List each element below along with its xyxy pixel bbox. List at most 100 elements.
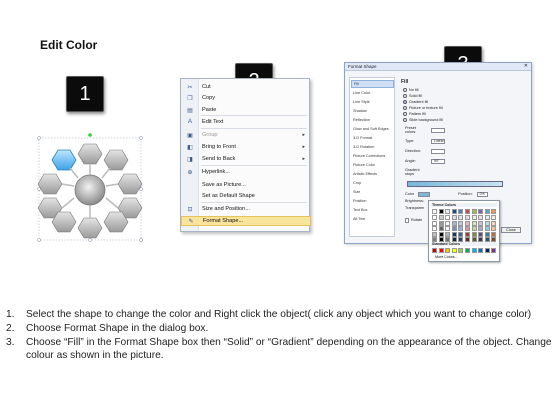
menu-item-send-to-back[interactable]: ◨ Send to Back ▸ — [181, 154, 311, 164]
standard-color-swatch[interactable] — [465, 248, 470, 253]
theme-color-swatch[interactable] — [484, 215, 490, 221]
theme-color-swatch[interactable] — [458, 231, 464, 237]
theme-color-swatch[interactable] — [478, 237, 484, 242]
nav-item-crop[interactable]: Crop — [351, 179, 394, 187]
gradient-stops-bar[interactable] — [407, 181, 503, 187]
theme-color-swatch[interactable] — [491, 226, 497, 232]
menu-item-copy[interactable]: ❐ Copy — [181, 93, 311, 103]
nav-item-position[interactable]: Position — [351, 197, 394, 205]
theme-color-swatch[interactable] — [478, 215, 484, 221]
theme-color-swatch[interactable] — [438, 220, 444, 226]
theme-color-swatch[interactable] — [432, 215, 437, 221]
theme-color-swatch[interactable] — [471, 220, 477, 226]
theme-color-swatch[interactable] — [458, 226, 464, 232]
theme-color-swatch[interactable] — [458, 209, 464, 214]
nav-item-3-d-rotation[interactable]: 3-D Rotation — [351, 143, 394, 151]
theme-color-swatch[interactable] — [438, 215, 444, 221]
theme-color-swatch[interactable] — [432, 231, 437, 237]
theme-color-swatch[interactable] — [465, 209, 470, 214]
standard-color-swatch[interactable] — [471, 248, 477, 253]
theme-color-swatch[interactable] — [478, 209, 484, 214]
theme-color-swatch[interactable] — [432, 220, 437, 226]
menu-item-hyperlink[interactable]: ⊕ Hyperlink... — [181, 167, 311, 177]
theme-color-swatch[interactable] — [491, 215, 497, 221]
standard-color-swatch[interactable] — [432, 248, 437, 253]
standard-color-swatch[interactable] — [445, 248, 451, 253]
nav-item-alt-text[interactable]: Alt Text — [351, 215, 394, 223]
theme-color-swatch[interactable] — [445, 226, 451, 232]
theme-color-swatch[interactable] — [491, 237, 497, 242]
resize-handle[interactable] — [139, 136, 143, 140]
theme-color-swatch[interactable] — [478, 226, 484, 232]
menu-item-edit-text[interactable]: A Edit Text — [181, 117, 311, 127]
menu-item-cut[interactable]: ✂ Cut — [181, 82, 311, 92]
nav-item-fill[interactable]: Fill — [351, 80, 394, 88]
position-field[interactable]: 0% — [476, 191, 488, 197]
theme-color-swatch[interactable] — [445, 220, 451, 226]
theme-color-swatch[interactable] — [451, 231, 457, 237]
rotate-handle[interactable] — [88, 133, 92, 137]
resize-handle[interactable] — [37, 136, 41, 140]
fill-option-radio[interactable]: Slide background fill — [403, 117, 443, 123]
theme-color-swatch[interactable] — [438, 237, 444, 242]
theme-color-swatch[interactable] — [445, 237, 451, 242]
theme-color-swatch[interactable] — [478, 231, 484, 237]
menu-item-save-as-picture[interactable]: Save as Picture... — [181, 180, 311, 190]
field-control[interactable] — [431, 148, 445, 154]
radio-dot[interactable] — [403, 118, 407, 122]
theme-color-swatch[interactable] — [484, 226, 490, 232]
theme-color-swatch[interactable] — [432, 226, 437, 232]
close-button[interactable]: Close — [501, 227, 521, 233]
theme-color-swatch[interactable] — [484, 209, 490, 214]
theme-color-swatch[interactable] — [484, 231, 490, 237]
nav-item-3-d-format[interactable]: 3-D Format — [351, 134, 394, 142]
nav-item-size[interactable]: Size — [351, 188, 394, 196]
hexagon[interactable] — [77, 217, 103, 239]
theme-color-swatch[interactable] — [491, 220, 497, 226]
radio-dot[interactable] — [403, 106, 407, 110]
nav-item-reflection[interactable]: Reflection — [351, 116, 394, 124]
theme-color-swatch[interactable] — [458, 237, 464, 242]
color-dropdown[interactable] — [418, 191, 431, 197]
field-control[interactable]: 90° — [431, 158, 445, 164]
theme-color-swatch[interactable] — [491, 209, 497, 214]
theme-color-swatch[interactable] — [471, 237, 477, 242]
theme-color-swatch[interactable] — [471, 209, 477, 214]
menu-item-format-shape[interactable]: ✎ Format Shape... — [181, 216, 311, 226]
nav-item-glow-and-soft-edges[interactable]: Glow and Soft Edges — [351, 125, 394, 133]
standard-color-swatch[interactable] — [491, 248, 497, 253]
theme-color-swatch[interactable] — [471, 226, 477, 232]
theme-color-swatch[interactable] — [458, 215, 464, 221]
radio-dot[interactable] — [403, 100, 407, 104]
nav-item-picture-corrections[interactable]: Picture Corrections — [351, 152, 394, 160]
rotate-row[interactable]: Rotate — [405, 217, 422, 223]
theme-color-swatch[interactable] — [471, 231, 477, 237]
menu-item-set-as-default-shape[interactable]: Set as Default Shape — [181, 191, 311, 201]
theme-color-swatch[interactable] — [465, 215, 470, 221]
hexagon[interactable] — [37, 173, 63, 195]
theme-color-swatch[interactable] — [451, 215, 457, 221]
theme-color-swatch[interactable] — [451, 237, 457, 242]
theme-color-swatch[interactable] — [484, 237, 490, 242]
menu-item-bring-to-front[interactable]: ◧ Bring to Front ▸ — [181, 142, 311, 152]
nav-item-artistic-effects[interactable]: Artistic Effects — [351, 170, 394, 178]
standard-color-swatch[interactable] — [484, 248, 490, 253]
hexagon[interactable] — [117, 173, 143, 195]
theme-color-swatch[interactable] — [451, 220, 457, 226]
hexagon-selected[interactable] — [51, 149, 77, 171]
theme-color-swatch[interactable] — [445, 231, 451, 237]
standard-color-swatch[interactable] — [438, 248, 444, 253]
center-circle[interactable] — [74, 174, 106, 206]
radio-dot[interactable] — [403, 88, 407, 92]
standard-color-swatch[interactable] — [458, 248, 464, 253]
theme-color-swatch[interactable] — [445, 215, 451, 221]
hexagon[interactable] — [103, 149, 129, 171]
resize-handle[interactable] — [139, 238, 143, 242]
theme-color-swatch[interactable] — [451, 226, 457, 232]
theme-color-swatch[interactable] — [465, 220, 470, 226]
menu-item-size-and-position[interactable]: ⊡ Size and Position... — [181, 204, 311, 214]
nav-item-picture-color[interactable]: Picture Color — [351, 161, 394, 169]
theme-color-swatch[interactable] — [438, 231, 444, 237]
field-control[interactable] — [431, 127, 445, 133]
nav-item-line-style[interactable]: Line Style — [351, 98, 394, 106]
